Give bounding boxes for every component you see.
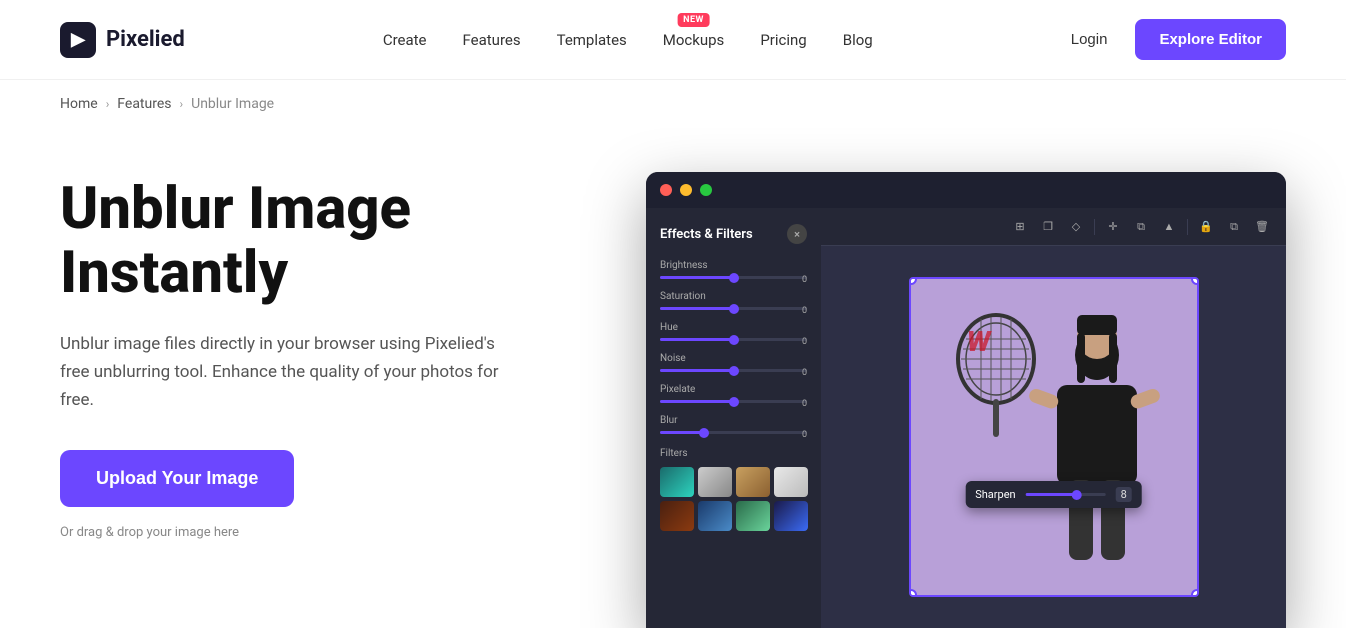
logo-icon: ▶	[60, 22, 96, 58]
nav-pricing[interactable]: Pricing	[760, 31, 806, 49]
breadcrumb-current: Unblur Image	[191, 96, 274, 112]
explore-editor-button[interactable]: Explore Editor	[1135, 19, 1286, 60]
canvas-image: W	[909, 277, 1199, 597]
filters-grid	[660, 467, 807, 531]
canvas-image-wrapper: W	[909, 277, 1199, 597]
noise-slider-row: Noise 0	[660, 353, 807, 372]
blur-label: Blur	[660, 415, 807, 426]
pixelate-slider-row: Pixelate 0	[660, 384, 807, 403]
panel-title: Effects & Filters ×	[660, 224, 807, 244]
saturation-track[interactable]: 0	[660, 307, 807, 310]
nav-templates[interactable]: Templates	[557, 31, 627, 49]
filter-1[interactable]	[660, 467, 694, 497]
saturation-slider-row: Saturation 0	[660, 291, 807, 310]
player-silhouette	[1027, 315, 1167, 595]
breadcrumb-home[interactable]: Home	[60, 96, 98, 112]
hue-label: Hue	[660, 322, 807, 333]
hero-section: Unblur Image Instantly Unblur image file…	[60, 158, 560, 628]
toolbar-duplicate-icon[interactable]: ⧉	[1224, 217, 1244, 237]
hero-title: Unblur Image Instantly	[60, 178, 560, 306]
editor-titlebar	[646, 172, 1286, 208]
toolbar-delete-icon[interactable]: 🗑	[1252, 217, 1272, 237]
sharpen-label: Sharpen	[975, 488, 1015, 501]
toolbar-stack-icon[interactable]: ⧉	[1131, 217, 1151, 237]
brightness-slider-row: Brightness 0	[660, 260, 807, 279]
editor-window: Effects & Filters × Brightness 0 Satur	[646, 172, 1286, 628]
handle-bl[interactable]	[909, 589, 917, 597]
noise-label: Noise	[660, 353, 807, 364]
filter-5[interactable]	[660, 501, 694, 531]
blur-slider-row: Blur 0	[660, 415, 807, 434]
player-background: W	[911, 279, 1197, 595]
filter-8[interactable]	[774, 501, 808, 531]
hero-description: Unblur image files directly in your brow…	[60, 330, 500, 414]
nav-mockups[interactable]: NEW Mockups	[663, 31, 725, 49]
brightness-label: Brightness	[660, 260, 807, 271]
editor-body: Effects & Filters × Brightness 0 Satur	[646, 208, 1286, 628]
filter-3[interactable]	[736, 467, 770, 497]
canvas-toolbar: ⊞ ❐ ◇ ✛ ⧉ ▲ 🔒 ⧉ 🗑	[821, 208, 1286, 246]
filter-2[interactable]	[698, 467, 732, 497]
breadcrumb-features[interactable]: Features	[117, 96, 171, 112]
saturation-label: Saturation	[660, 291, 807, 302]
filter-4[interactable]	[774, 467, 808, 497]
main-content: Unblur Image Instantly Unblur image file…	[0, 128, 1346, 628]
toolbar-copy-icon[interactable]: ❐	[1038, 217, 1058, 237]
login-button[interactable]: Login	[1071, 31, 1108, 48]
hue-slider-row: Hue 0	[660, 322, 807, 341]
window-minimize-dot[interactable]	[680, 184, 692, 196]
logo[interactable]: ▶ Pixelied	[60, 22, 185, 58]
main-nav: Create Features Templates NEW Mockups Pr…	[383, 31, 873, 49]
panel-close-button[interactable]: ×	[787, 224, 807, 244]
pixelate-label: Pixelate	[660, 384, 807, 395]
new-badge: NEW	[677, 13, 710, 27]
effects-panel: Effects & Filters × Brightness 0 Satur	[646, 208, 821, 628]
filter-6[interactable]	[698, 501, 732, 531]
filter-7[interactable]	[736, 501, 770, 531]
toolbar-sep-1	[1094, 219, 1095, 235]
filters-section: Filters	[660, 448, 807, 531]
header: ▶ Pixelied Create Features Templates NEW…	[0, 0, 1346, 80]
window-close-dot[interactable]	[660, 184, 672, 196]
drag-drop-hint: Or drag & drop your image here	[60, 525, 560, 540]
breadcrumb-sep-2: ›	[180, 97, 184, 111]
editor-preview: Effects & Filters × Brightness 0 Satur	[540, 158, 1286, 628]
toolbar-lock-icon[interactable]: 🔒	[1196, 217, 1216, 237]
nav-create[interactable]: Create	[383, 31, 427, 49]
upload-button[interactable]: Upload Your Image	[60, 450, 294, 507]
racket-brand-w: W	[955, 317, 1003, 365]
breadcrumb: Home › Features › Unblur Image	[0, 80, 1346, 128]
handle-br[interactable]	[1191, 589, 1199, 597]
toolbar-grid-icon[interactable]: ⊞	[1010, 217, 1030, 237]
hue-track[interactable]: 0	[660, 338, 807, 341]
toolbar-sep-2	[1187, 219, 1188, 235]
sharpen-tooltip: Sharpen 8	[965, 481, 1142, 508]
noise-track[interactable]: 0	[660, 369, 807, 372]
pixelate-track[interactable]: 0	[660, 400, 807, 403]
brightness-track[interactable]: 0	[660, 276, 807, 279]
sharpen-value: 8	[1116, 487, 1132, 502]
header-right: Login Explore Editor	[1071, 19, 1286, 60]
toolbar-triangle-icon[interactable]: ▲	[1159, 217, 1179, 237]
editor-canvas: ⊞ ❐ ◇ ✛ ⧉ ▲ 🔒 ⧉ 🗑	[821, 208, 1286, 628]
nav-blog[interactable]: Blog	[843, 31, 873, 49]
breadcrumb-sep-1: ›	[106, 97, 110, 111]
nav-features[interactable]: Features	[463, 31, 521, 49]
window-maximize-dot[interactable]	[700, 184, 712, 196]
blur-track[interactable]: 0	[660, 431, 807, 434]
logo-text: Pixelied	[106, 27, 185, 52]
sharpen-slider[interactable]	[1026, 493, 1106, 496]
toolbar-layer-icon[interactable]: ◇	[1066, 217, 1086, 237]
filters-label: Filters	[660, 448, 807, 459]
toolbar-move-icon[interactable]: ✛	[1103, 217, 1123, 237]
